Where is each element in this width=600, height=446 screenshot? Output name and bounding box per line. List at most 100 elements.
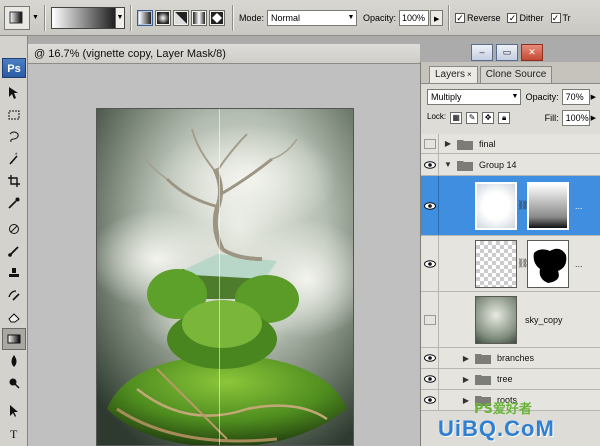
chevron-right-icon[interactable]: ▶: [591, 93, 596, 101]
dither-option[interactable]: ✓ Dither: [507, 12, 546, 23]
divider: [447, 4, 450, 31]
layer-row-group-14[interactable]: ▼ Group 14: [421, 154, 600, 176]
crop-tool-icon[interactable]: [2, 170, 26, 192]
blur-tool-icon[interactable]: [2, 350, 26, 372]
tool-preset-picker[interactable]: [4, 5, 30, 30]
tab-clone-source[interactable]: Clone Source: [479, 66, 553, 83]
restore-button[interactable]: ▭: [496, 44, 518, 61]
chevron-down-icon[interactable]: ▼: [32, 14, 39, 21]
layer-row-final[interactable]: ▶ final: [421, 134, 600, 154]
opacity-slider-toggle[interactable]: ▶: [429, 9, 443, 26]
svg-text:T: T: [10, 427, 18, 440]
brush-tool-icon[interactable]: [2, 240, 26, 262]
history-brush-tool-icon[interactable]: [2, 284, 26, 306]
fill-input[interactable]: 100%: [561, 109, 590, 126]
lock-label: Lock:: [427, 111, 447, 121]
layer-thumbnail[interactable]: [475, 295, 517, 344]
toolbox: Ps * T: [0, 36, 28, 446]
diamond-gradient-icon[interactable]: [208, 9, 225, 26]
more-icon: ...: [575, 200, 583, 211]
layer-row-vignette-copy[interactable]: ⛓ ...: [421, 176, 600, 236]
clone-stamp-tool-icon[interactable]: [2, 262, 26, 284]
chevron-right-icon[interactable]: ▶: [461, 375, 471, 384]
link-icon[interactable]: ⛓: [517, 200, 528, 211]
layer-row-branches[interactable]: ▶ branches: [421, 348, 600, 369]
type-tool-icon[interactable]: T: [2, 422, 26, 444]
angle-gradient-icon[interactable]: [172, 9, 189, 26]
lock-image-icon[interactable]: ✎: [466, 111, 479, 124]
tab-layers[interactable]: Layers ×: [429, 66, 478, 83]
visibility-toggle[interactable]: [421, 134, 439, 153]
linear-gradient-icon[interactable]: [136, 9, 153, 26]
link-icon[interactable]: ⛓: [517, 258, 528, 269]
lock-all-icon[interactable]: 🔒︎: [498, 111, 511, 124]
radial-gradient-icon[interactable]: [154, 9, 171, 26]
path-selection-tool-icon[interactable]: [2, 400, 26, 422]
dither-label: Dither: [519, 12, 544, 23]
layer-row-sky-copy[interactable]: sky_copy: [421, 292, 600, 348]
move-tool-icon[interactable]: [2, 82, 26, 104]
center-guide-line: [219, 109, 220, 445]
healing-brush-tool-icon[interactable]: [2, 218, 26, 240]
opacity-value: 100%: [401, 12, 425, 23]
gradient-editor-swatch[interactable]: ▼: [50, 6, 125, 29]
lock-position-icon[interactable]: ✥: [482, 111, 495, 124]
eye-icon[interactable]: [421, 348, 439, 368]
reverse-checkbox[interactable]: ✓: [454, 12, 465, 23]
eye-icon[interactable]: [421, 369, 439, 389]
magic-wand-tool-icon[interactable]: *: [2, 148, 26, 170]
close-button[interactable]: ✕: [521, 44, 543, 61]
layer-name: branches: [497, 353, 535, 363]
lock-transparent-icon[interactable]: ▦: [450, 111, 463, 124]
layer-row-tree[interactable]: ▶ tree: [421, 369, 600, 390]
floating-island-artwork: [97, 109, 353, 445]
chevron-down-icon[interactable]: ▼: [114, 7, 124, 28]
eye-icon[interactable]: [421, 236, 439, 291]
eye-icon[interactable]: [421, 154, 439, 175]
watermark: PS爱好者 UiBQ.CoM: [430, 398, 600, 446]
artwork-image[interactable]: [96, 108, 354, 446]
transparency-checkbox[interactable]: ✓: [550, 12, 561, 23]
dodge-tool-icon[interactable]: [2, 372, 26, 394]
layer-opacity-input[interactable]: 70%: [561, 88, 590, 105]
svg-text:*: *: [15, 153, 18, 159]
visibility-toggle[interactable]: [421, 292, 439, 347]
blend-row: Multiply ▼ Opacity: 70% ▶: [421, 86, 600, 107]
document-title-bar[interactable]: @ 16.7% (vignette copy, Layer Mask/8): [28, 44, 420, 64]
blend-mode-select[interactable]: Multiply ▼: [427, 88, 521, 105]
eraser-tool-icon[interactable]: [2, 306, 26, 328]
chevron-right-icon[interactable]: ▶: [443, 139, 453, 148]
tab-layers-label: Layers: [435, 69, 466, 80]
eyedropper-tool-icon[interactable]: [2, 192, 26, 214]
gradient-preset-icon: [9, 11, 23, 23]
minimize-button[interactable]: –: [471, 44, 493, 61]
fill-value: 100%: [565, 112, 589, 123]
chevron-right-icon[interactable]: ▶: [461, 354, 471, 363]
transparency-option[interactable]: ✓ Tr: [550, 12, 574, 23]
dither-checkbox[interactable]: ✓: [507, 12, 518, 23]
folder-icon: [457, 160, 473, 171]
chevron-down-icon[interactable]: ▼: [443, 160, 453, 169]
layer-mask-thumbnail[interactable]: [527, 181, 569, 230]
layer-mask-thumbnail[interactable]: [527, 239, 569, 288]
eye-icon[interactable]: [421, 176, 439, 235]
canvas-area[interactable]: [28, 64, 420, 446]
layer-row-masked[interactable]: ⛓ ...: [421, 236, 600, 292]
lock-row: Lock: ▦ ✎ ✥ 🔒︎ Fill: 100% ▶: [421, 107, 600, 128]
chevron-right-icon[interactable]: ▶: [591, 114, 596, 122]
marquee-tool-icon[interactable]: [2, 104, 26, 126]
photoshop-logo[interactable]: Ps: [2, 58, 26, 78]
tab-clone-source-label: Clone Source: [485, 69, 547, 80]
reverse-option[interactable]: ✓ Reverse: [454, 12, 504, 23]
layer-thumbnail[interactable]: [475, 181, 517, 230]
gradient-tool-icon[interactable]: [2, 328, 26, 350]
blend-mode-value: Multiply: [431, 91, 462, 102]
mode-select[interactable]: Normal ▼: [266, 9, 357, 26]
close-icon[interactable]: ×: [467, 70, 472, 79]
lasso-tool-icon[interactable]: [2, 126, 26, 148]
layers-panel: Layers × Clone Source Multiply ▼ Opacity:…: [420, 62, 600, 446]
opacity-input[interactable]: 100%: [398, 9, 429, 26]
reflected-gradient-icon[interactable]: [190, 9, 207, 26]
layer-thumbnail-transparent[interactable]: [475, 239, 517, 288]
transparency-label: Tr: [562, 12, 571, 23]
